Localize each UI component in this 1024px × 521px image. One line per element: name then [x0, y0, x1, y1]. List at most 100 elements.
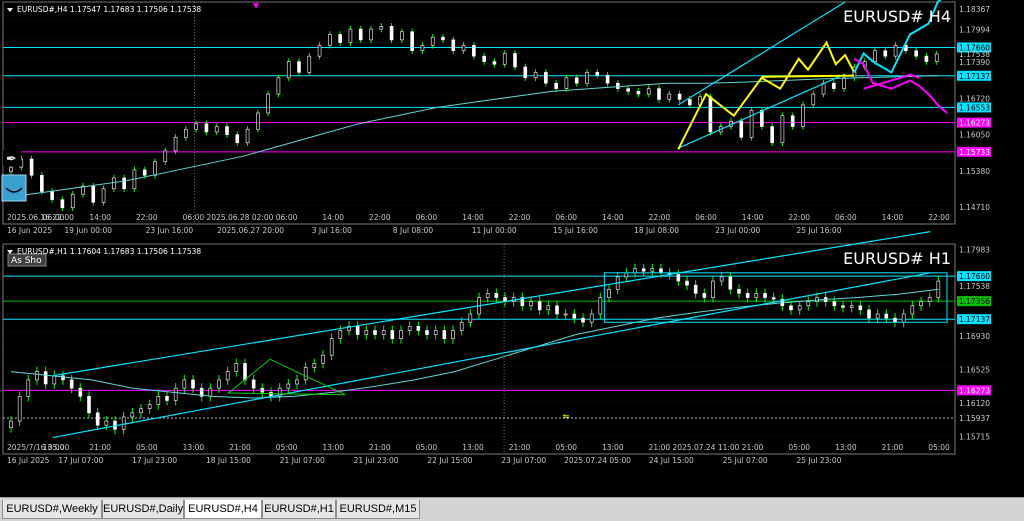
candle-body [685, 280, 689, 286]
candle-body [841, 305, 845, 308]
y-tick-label: 1.18367 [959, 5, 990, 14]
candle-body [112, 177, 116, 190]
drawing-tool-icon [1, 174, 27, 202]
candle-body [595, 72, 600, 76]
x-tick-top: 06:00 [276, 213, 298, 222]
candle-body [416, 326, 421, 331]
candle-body [373, 330, 377, 335]
candle-body [537, 301, 542, 311]
candle-body [883, 50, 888, 57]
x-tick-label: 17 Jul 07:00 [58, 456, 103, 465]
candle-body [139, 408, 143, 414]
chart-header: EURUSD#,H1 1.17604 1.17683 1.17506 1.175… [17, 247, 201, 256]
candle-body [441, 36, 445, 41]
x-tick-top: 14:00 [322, 213, 344, 222]
candle-body [43, 371, 48, 385]
tab-eurusd-h1[interactable]: EURUSD#,H1 [262, 500, 336, 519]
x-tick-top: 05:00 [555, 443, 577, 452]
candle-body [286, 61, 291, 79]
candle-body [303, 367, 308, 381]
candle-body [295, 379, 299, 385]
panel-h1: 1.17660 1.17356 1.17137 1.16273 1.15937 1.179… [2, 231, 991, 465]
y-tick-label: 1.17994 [959, 25, 990, 34]
tab-eurusd-weekly[interactable]: EURUSD#,Weekly [2, 500, 102, 519]
tab-eurusd-m15[interactable]: EURUSD#,M15 [336, 500, 420, 519]
candle-body [173, 387, 178, 401]
candle-body [379, 26, 384, 30]
tab-eurusd-daily[interactable]: EURUSD#,Daily [102, 500, 184, 519]
x-tick-top: 06:00 [183, 213, 205, 222]
price-label: 1.15937 [959, 414, 990, 423]
panel-h4: 1.176601.171371.165531.162731.157331.183… [1, 0, 991, 235]
candle-body [312, 363, 317, 368]
x-tick-top: 14:00 [602, 213, 624, 222]
x-tick-top: 13:00 [43, 443, 65, 452]
candle-body [256, 112, 260, 130]
candle-body [754, 293, 759, 298]
price-label: 1.15733 [959, 148, 990, 157]
candle-body [624, 272, 629, 278]
candle-body [555, 305, 559, 315]
x-tick-top: 14:00 [742, 213, 764, 222]
candle-body [194, 123, 198, 130]
candle-body [728, 276, 733, 290]
candle-body [389, 26, 394, 41]
candle-body [832, 301, 837, 307]
x-tick-top: 2025.06.28 02:00 [207, 213, 274, 222]
y-tick-label: 1.16720 [959, 94, 990, 103]
candle-body [17, 396, 22, 422]
x-tick-top: 21:00 [509, 443, 531, 452]
x-tick-top: 21:00 [229, 443, 251, 452]
candle-body [492, 61, 497, 65]
candle-body [104, 420, 109, 426]
x-tick-top: 06:00 [43, 213, 65, 222]
candle-body [182, 379, 187, 389]
x-tick-label: 17 Jul 23:00 [132, 456, 177, 465]
candle-body [849, 305, 854, 308]
candle-body [934, 53, 939, 62]
x-tick-top: 13:00 [322, 443, 344, 452]
candle-body [307, 55, 312, 73]
candle-body [338, 34, 342, 43]
candle-body [523, 66, 528, 79]
candle-body [35, 371, 39, 381]
x-tick-label: 16 Jul 2025 [7, 456, 50, 465]
candle-body [122, 177, 126, 190]
candle-body [156, 396, 161, 405]
candle-body [52, 375, 57, 385]
price-label: 1.17137 [959, 315, 990, 324]
x-tick-label: 23 Jul 00:00 [715, 226, 760, 235]
x-tick-label: 16 Jun 2025 [7, 226, 52, 235]
x-tick-label: 25 Jul 16:00 [797, 226, 842, 235]
chart-workspace: 1.17660 1.17137 1.16553 1.16273 1.15733 1.183… [1, 0, 991, 465]
candle-body [442, 330, 447, 340]
candle-body [29, 158, 34, 176]
x-tick-top: 21:00 [89, 443, 111, 452]
candle-body [260, 387, 265, 393]
candle-body [348, 28, 353, 43]
candle-body [70, 193, 75, 209]
candle-body [589, 313, 594, 323]
x-tick-top: 21:00 [649, 443, 671, 452]
candle-body [399, 330, 403, 340]
candle-body [225, 371, 230, 381]
candle-body [269, 391, 273, 397]
x-tick-top: 22:00 [928, 213, 950, 222]
candle-body [485, 293, 490, 298]
candle-body [893, 317, 897, 323]
y-tick-label: 1.17538 [959, 282, 990, 291]
candle-body [153, 161, 157, 176]
candle-body [801, 104, 805, 127]
candle-body [572, 313, 577, 319]
x-tick-top: 22:00 [649, 213, 671, 222]
candle-body [142, 169, 147, 176]
candle-body [472, 45, 476, 57]
candle-body [513, 53, 517, 68]
tab-eurusd-h4[interactable]: EURUSD#,H4 [184, 500, 262, 519]
x-tick-label: 21 Jul 07:00 [280, 456, 325, 465]
candle-body [459, 321, 464, 331]
candle-body [884, 313, 889, 319]
x-tick-label: 21 Jul 23:00 [354, 456, 399, 465]
candle-body [266, 93, 270, 114]
candle-body [317, 45, 322, 57]
